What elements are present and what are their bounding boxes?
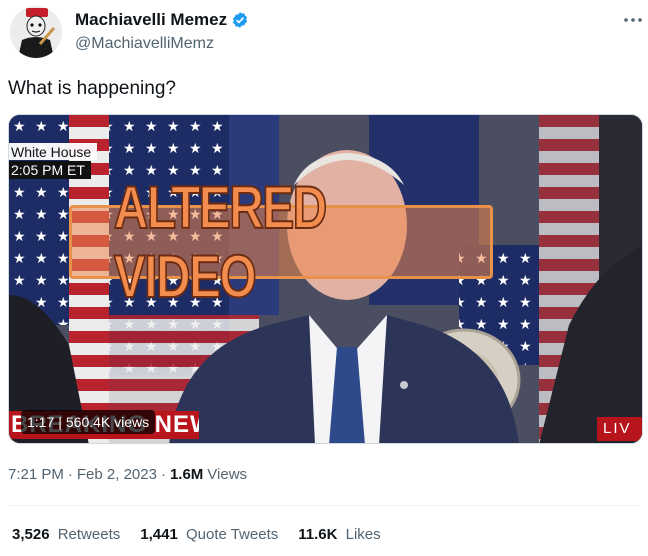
- video-stats-badge: 1:17 | 560.4K views: [21, 410, 156, 434]
- views-count: 1.6M: [169, 466, 204, 483]
- handle[interactable]: @MachiavelliMemz: [75, 35, 249, 53]
- video-duration: 1:17: [27, 414, 55, 430]
- tweet-time[interactable]: 7:21 PM: [8, 466, 64, 483]
- views-label: Views: [207, 466, 248, 483]
- divider: [8, 505, 640, 506]
- retweets-count: 3,526: [12, 526, 50, 543]
- stats-separator: |: [58, 414, 62, 430]
- verified-badge-icon[interactable]: [231, 11, 249, 29]
- location-label: White House: [9, 143, 98, 160]
- broadcast-time-label: 2:05 PM ET: [9, 161, 91, 179]
- likes-label: Likes: [345, 526, 381, 543]
- author-info: Machiavelli Memez @MachiavelliMemz: [75, 10, 249, 53]
- avatar[interactable]: [10, 6, 62, 58]
- altered-video-text: ALTERED VIDEO: [113, 173, 328, 311]
- quotes-label: Quote Tweets: [185, 526, 279, 543]
- tweet-meta: 7:21 PM · Feb 2, 2023 · 1.6M Views: [8, 466, 247, 483]
- display-name[interactable]: Machiavelli Memez: [75, 10, 227, 30]
- video-views: 560.4K views: [65, 414, 150, 430]
- retweets-label: Retweets: [57, 526, 121, 543]
- tweet-text: What is happening?: [8, 78, 176, 99]
- meta-dot: ·: [67, 466, 73, 483]
- tweet: Machiavelli Memez @MachiavelliMemz What …: [0, 0, 648, 556]
- likes-stat[interactable]: 11.6K Likes: [298, 526, 380, 543]
- quote-tweets-stat[interactable]: 1,441 Quote Tweets: [140, 526, 278, 543]
- retweets-stat[interactable]: 3,526 Retweets: [12, 526, 120, 543]
- avatar-image: [10, 6, 62, 58]
- name-row: Machiavelli Memez: [75, 10, 249, 30]
- meta-dot: ·: [160, 466, 166, 483]
- tweet-date[interactable]: Feb 2, 2023: [77, 466, 157, 483]
- altered-video-overlay: ALTERED VIDEO: [69, 173, 493, 311]
- live-banner: LIV: [597, 417, 642, 441]
- more-options-icon[interactable]: [620, 9, 646, 31]
- quotes-count: 1,441: [140, 526, 178, 543]
- likes-count: 11.6K: [298, 526, 338, 543]
- video-player[interactable]: ★: [8, 114, 643, 444]
- engagement-stats: 3,526 Retweets 1,441 Quote Tweets 11.6K …: [12, 526, 401, 543]
